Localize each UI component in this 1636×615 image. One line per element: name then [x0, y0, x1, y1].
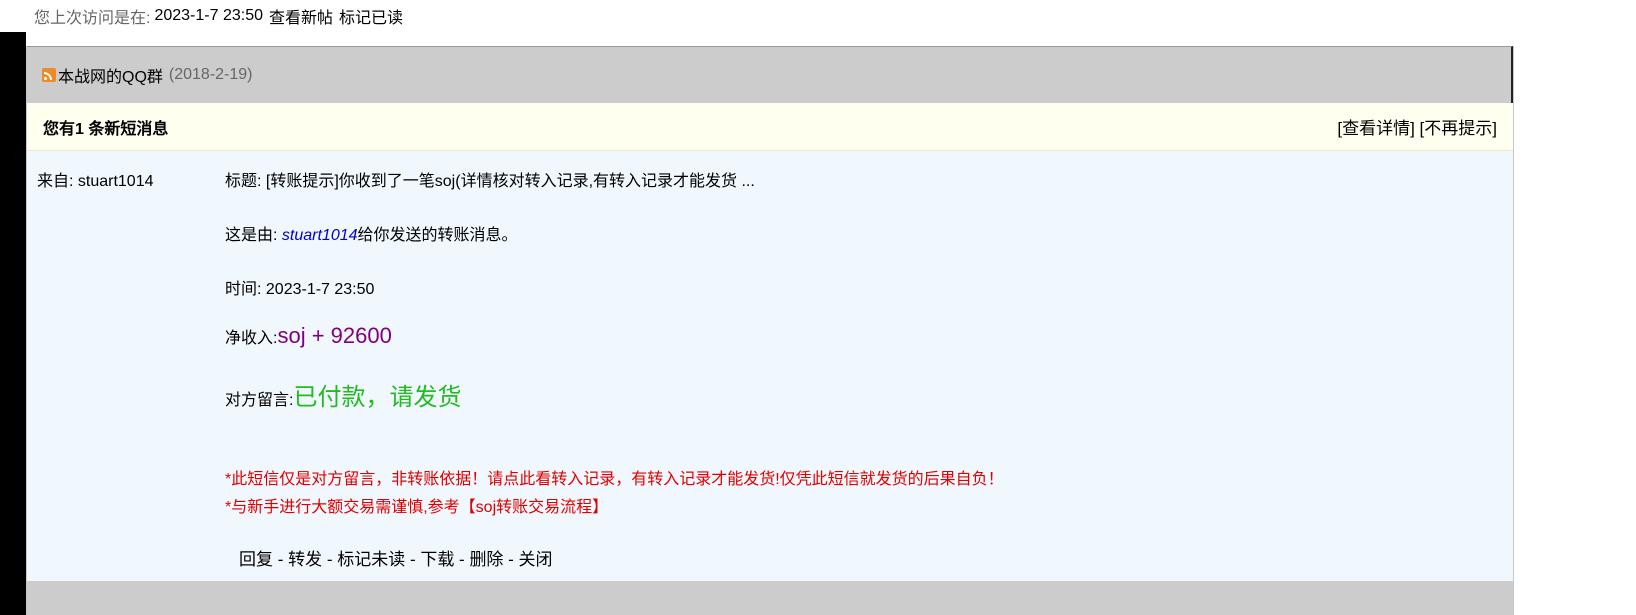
- panel-bottom-strip: [27, 581, 1513, 615]
- action-separator: -: [273, 550, 289, 569]
- sender-suffix: 给你发送的转账消息。: [357, 227, 518, 244]
- rss-icon: [42, 68, 56, 82]
- new-message-header: 您有1 条新短消息 [查看详情] [不再提示]: [27, 103, 1513, 151]
- message-actions: 回复 - 转发 - 标记未读 - 下载 - 删除 - 关闭: [239, 545, 553, 570]
- action-separator: -: [405, 550, 421, 569]
- last-visit-label: 您上次访问是在:: [34, 10, 151, 27]
- close-link[interactable]: 关闭: [519, 550, 553, 569]
- reply-link[interactable]: 回复: [239, 550, 273, 569]
- mark-unread-link[interactable]: 标记未读: [337, 550, 405, 569]
- download-link[interactable]: 下载: [420, 550, 454, 569]
- view-details-link[interactable]: [查看详情]: [1337, 119, 1414, 138]
- sender-prefix: 这是由:: [225, 227, 282, 244]
- action-separator: -: [503, 550, 519, 569]
- qq-group-bar: 本战网的QQ群 (2018-2-19): [27, 46, 1513, 103]
- forward-link[interactable]: 转发: [288, 550, 322, 569]
- view-new-posts-link[interactable]: 查看新帖: [269, 4, 333, 28]
- message-time: 时间: 2023-1-7 23:50: [225, 281, 375, 298]
- message-body: 来自: stuart1014 标题: [转账提示]你收到了一笔soj(详情核对转…: [27, 151, 1513, 581]
- income-amount: soj + 92600: [277, 323, 392, 348]
- mark-read-link[interactable]: 标记已读: [339, 4, 403, 28]
- note-label: 对方留言:: [225, 392, 294, 409]
- action-separator: -: [454, 550, 470, 569]
- qq-group-link[interactable]: 本战网的QQ群: [58, 63, 163, 87]
- income-line: 净收入:soj + 92600: [225, 323, 392, 349]
- message-panel: 本战网的QQ群 (2018-2-19) 您有1 条新短消息 [查看详情] [不再…: [26, 46, 1514, 615]
- last-visit-bar: 您上次访问是在: 2023-1-7 23:50 查看新帖 标记已读: [0, 0, 1636, 32]
- qq-group-date: (2018-2-19): [168, 66, 253, 83]
- left-dark-strip: [0, 32, 26, 615]
- message-from: 来自: stuart1014: [37, 173, 154, 190]
- warning-transfer-record[interactable]: *此短信仅是对方留言，非转账依据！请点此看转入记录，有转入记录才能发货!仅凭此短…: [225, 465, 1004, 489]
- last-visit-time: 2023-1-7 23:50: [154, 7, 263, 24]
- note-line: 对方留言:已付款，请发货: [225, 377, 461, 412]
- warning-large-trade[interactable]: *与新手进行大额交易需谨慎,参考【soj转账交易流程】: [225, 493, 608, 517]
- new-message-actions: [查看详情] [不再提示]: [1337, 114, 1497, 139]
- new-message-title: 您有1 条新短消息: [43, 120, 169, 138]
- message-sender-line: 这是由: stuart1014给你发送的转账消息。: [225, 221, 518, 245]
- note-text: 已付款，请发货: [293, 384, 462, 411]
- income-label: 净收入:: [225, 330, 278, 347]
- no-remind-link[interactable]: [不再提示]: [1420, 119, 1497, 138]
- action-separator: -: [322, 550, 338, 569]
- delete-link[interactable]: 删除: [469, 550, 503, 569]
- sender-link[interactable]: stuart1014: [282, 227, 358, 244]
- message-subject: 标题: [转账提示]你收到了一笔soj(详情核对转入记录,有转入记录才能发货 .…: [225, 173, 755, 190]
